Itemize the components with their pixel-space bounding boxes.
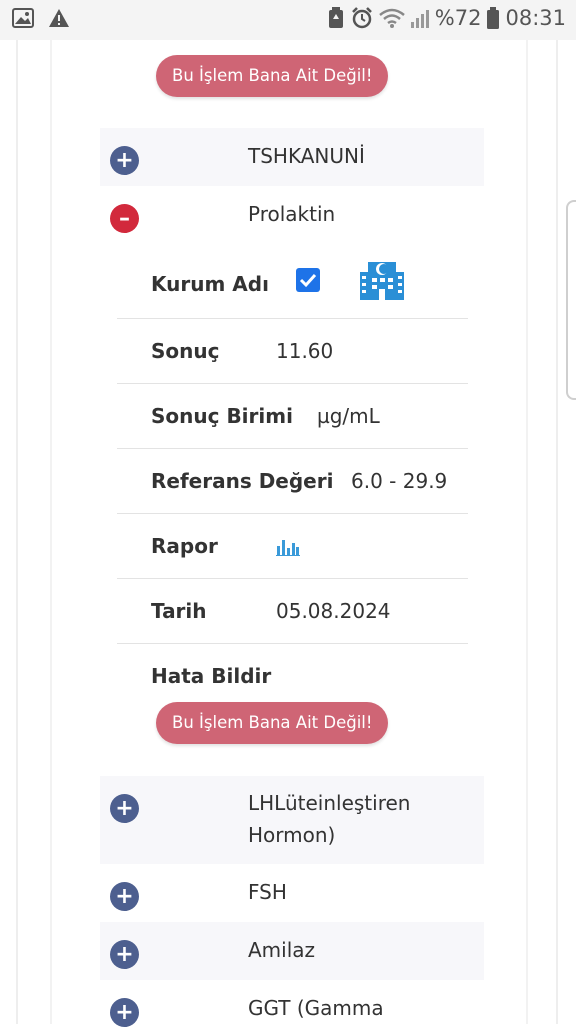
- accordion-title: FSH: [248, 880, 287, 904]
- plus-icon[interactable]: +: [110, 146, 139, 175]
- not-mine-button-top[interactable]: Bu İşlem Bana Ait Değil!: [156, 55, 389, 97]
- frame-border-inner-left: [50, 40, 52, 1024]
- scroll-handle[interactable]: [566, 200, 576, 400]
- accordion-title: Amilaz: [248, 938, 316, 962]
- minus-icon[interactable]: –: [110, 204, 139, 233]
- accordion-title: Prolaktin: [248, 202, 336, 226]
- accordion-item-amilaz[interactable]: + Amilaz: [100, 922, 484, 980]
- report-error-label: Hata Bildir: [151, 664, 272, 688]
- battery-percent: %72: [434, 6, 482, 30]
- detail-row-institution: Kurum Adı: [117, 246, 468, 319]
- date-value: 05.08.2024: [276, 599, 391, 623]
- institution-checkbox[interactable]: [296, 268, 320, 292]
- institution-label: Kurum Adı: [151, 272, 269, 296]
- accordion-item-tsh[interactable]: + TSHKANUNİ: [100, 128, 484, 186]
- wifi-icon: [378, 8, 405, 28]
- frame-border-inner-right: [526, 40, 528, 1024]
- status-bar: %72 08:31: [0, 0, 576, 40]
- plus-icon[interactable]: +: [110, 998, 139, 1027]
- result-detail: Kurum Adı Sonuç 11.60 Sonuç Birimi µg/mL…: [117, 246, 468, 734]
- hospital-icon[interactable]: [360, 258, 404, 305]
- plus-icon[interactable]: +: [110, 794, 139, 823]
- accordion-title: LHLüteinleştiren Hormon): [248, 791, 411, 847]
- warning-icon: [48, 8, 70, 28]
- accordion-title: GGT (Gamma: [248, 996, 384, 1020]
- detail-row-reference: Referans Değeri 6.0 - 29.9: [117, 449, 468, 514]
- battery-saver-icon: [327, 7, 345, 29]
- detail-row-report: Rapor: [117, 514, 468, 579]
- reference-value: 6.0 - 29.9: [351, 469, 448, 493]
- date-label: Tarih: [151, 599, 207, 623]
- bar-chart-icon[interactable]: [276, 536, 300, 561]
- clock: 08:31: [505, 6, 566, 30]
- image-icon: [12, 8, 34, 28]
- plus-icon[interactable]: +: [110, 882, 139, 911]
- detail-row-result: Sonuç 11.60: [117, 319, 468, 384]
- result-label: Sonuç: [151, 339, 220, 363]
- unit-label: Sonuç Birimi: [151, 404, 293, 428]
- accordion-item-fsh[interactable]: + FSH: [100, 864, 484, 922]
- accordion-title: TSHKANUNİ: [248, 144, 365, 168]
- report-label: Rapor: [151, 534, 218, 558]
- detail-row-date: Tarih 05.08.2024: [117, 579, 468, 644]
- page-content: Bu İşlem Bana Ait Değil! + TSHKANUNİ – P…: [0, 40, 576, 1027]
- detail-row-unit: Sonuç Birimi µg/mL: [117, 384, 468, 449]
- alarm-icon: [351, 7, 373, 29]
- signal-icon: [410, 8, 429, 28]
- accordion-item-ggt[interactable]: + GGT (Gamma: [100, 980, 484, 1027]
- reference-label: Referans Değeri: [151, 469, 334, 493]
- not-mine-button[interactable]: Bu İşlem Bana Ait Değil!: [156, 702, 389, 744]
- battery-icon: [487, 7, 500, 29]
- accordion-item-prolaktin[interactable]: – Prolaktin: [100, 186, 484, 246]
- unit-value: µg/mL: [317, 404, 380, 428]
- plus-icon[interactable]: +: [110, 940, 139, 969]
- frame-border-left: [16, 40, 18, 1024]
- frame-border-right: [556, 40, 558, 1024]
- result-value: 11.60: [276, 339, 334, 363]
- accordion-item-lh[interactable]: + LHLüteinleştiren Hormon): [100, 776, 484, 864]
